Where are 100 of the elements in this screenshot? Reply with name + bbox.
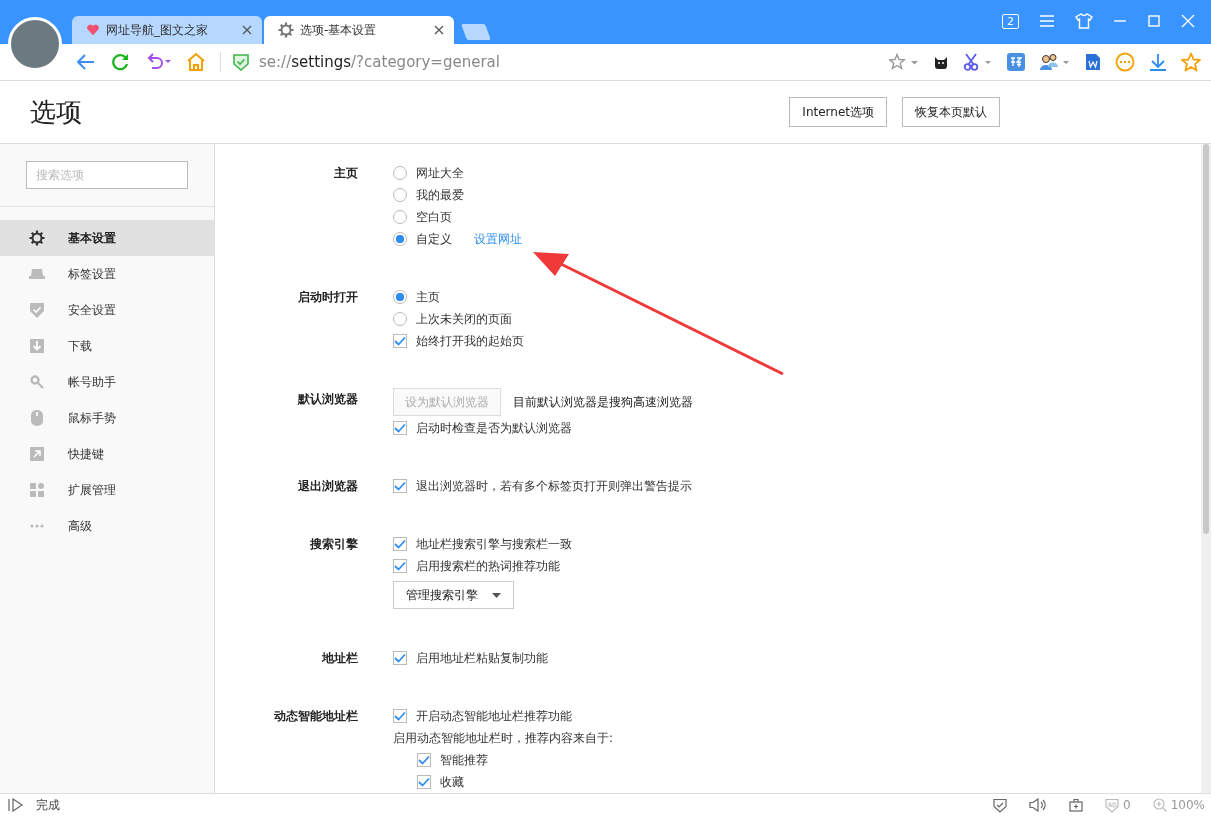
shield-icon [30, 302, 44, 318]
gear-icon [29, 230, 45, 246]
tab-title: 选项-基本设置 [300, 21, 378, 39]
sidebar-item[interactable]: 帐号助手 [0, 364, 214, 400]
status-text: 完成 [36, 796, 60, 814]
star-icon[interactable] [1181, 52, 1201, 72]
sidebar-item[interactable]: 扩展管理 [0, 472, 214, 508]
more-icon[interactable] [1115, 52, 1135, 72]
refresh-icon[interactable] [110, 52, 130, 72]
gear-icon [278, 22, 294, 38]
checkbox[interactable] [393, 709, 407, 723]
home-icon[interactable] [186, 52, 206, 72]
close-icon[interactable] [434, 25, 444, 35]
set-url-link[interactable]: 设置网址 [474, 230, 522, 248]
checkbox[interactable] [417, 753, 431, 767]
section-label: 启动时打开 [297, 289, 358, 306]
option-label: 开启动态智能地址栏推荐功能 [416, 707, 572, 725]
dots-icon [30, 524, 44, 528]
toolbox-icon[interactable] [1069, 798, 1084, 812]
header-button[interactable]: 恢复本页默认 [902, 97, 1000, 127]
tab-icon [29, 269, 45, 279]
checkbox[interactable] [393, 334, 407, 348]
checkbox[interactable] [393, 559, 407, 573]
shield-check-icon[interactable] [993, 797, 1008, 813]
sidebar-item[interactable]: 下载 [0, 328, 214, 364]
zoom-level: 100% [1170, 798, 1205, 812]
option-label: 地址栏搜索引擎与搜索栏一致 [416, 535, 572, 553]
radio-button[interactable] [393, 290, 407, 304]
checkbox[interactable] [393, 651, 407, 665]
shield-check-icon [233, 53, 249, 71]
option-label: 上次未关闭的页面 [416, 310, 512, 328]
shortcut-icon [30, 447, 44, 461]
users-icon[interactable] [1039, 53, 1071, 71]
sidebar-item[interactable]: 安全设置 [0, 292, 214, 328]
star-icon[interactable] [889, 53, 919, 71]
sidebar-item[interactable]: 标签设置 [0, 256, 214, 292]
header-button[interactable]: Internet选项 [789, 97, 887, 127]
speaker-icon[interactable] [1029, 798, 1048, 812]
option-label: 始终打开我的起始页 [416, 332, 524, 350]
section-label: 搜索引擎 [309, 536, 358, 553]
cat-icon[interactable] [933, 54, 949, 70]
checkbox[interactable] [393, 479, 407, 493]
option-label: 智能推荐 [440, 751, 488, 769]
back-icon[interactable] [76, 52, 96, 72]
menu-icon[interactable] [1039, 14, 1055, 28]
maximize-icon[interactable] [1147, 14, 1161, 28]
download-icon[interactable] [1149, 53, 1167, 71]
option-label: 主页 [416, 288, 440, 306]
option-label: 空白页 [416, 208, 452, 226]
checkbox[interactable] [393, 537, 407, 551]
page-title: 选项 [30, 95, 82, 129]
option-label: 自定义 [416, 230, 452, 248]
new-tab-button[interactable] [461, 24, 491, 40]
ad-block-icon[interactable] [1105, 797, 1120, 813]
section-label: 默认浏览器 [297, 391, 358, 408]
key-icon [30, 375, 44, 389]
radio-button[interactable] [393, 232, 407, 246]
download-icon [30, 339, 44, 353]
sidebar-item[interactable]: 基本设置 [0, 220, 214, 256]
section-label: 动态智能地址栏 [273, 708, 358, 725]
translate-icon[interactable] [1007, 53, 1025, 71]
ad-count: 0 [1123, 798, 1131, 812]
url-field[interactable]: se://settings/?category=general [259, 53, 500, 71]
radio-button[interactable] [393, 210, 407, 224]
sidebar-item[interactable]: 快捷键 [0, 436, 214, 472]
description-text: 启用动态智能地址栏时，推荐内容来自于: [393, 729, 614, 747]
checkbox[interactable] [393, 421, 407, 435]
heart-icon [86, 23, 100, 37]
radio-button[interactable] [393, 188, 407, 202]
option-label: 网址大全 [416, 164, 464, 182]
option-label: 启用地址栏粘贴复制功能 [416, 649, 548, 667]
option-label: 我的最爱 [416, 186, 464, 204]
document-icon[interactable] [1085, 53, 1101, 71]
scissors-icon[interactable] [963, 53, 993, 71]
close-icon[interactable] [242, 25, 252, 35]
scrollbar[interactable] [1201, 144, 1211, 793]
checkbox[interactable] [417, 775, 431, 789]
section-label: 地址栏 [320, 650, 358, 667]
shirt-icon[interactable] [1075, 13, 1093, 29]
play-icon[interactable] [8, 798, 24, 812]
option-label: 启用搜索栏的热词推荐功能 [416, 557, 560, 575]
search-field[interactable]: 搜索选项 [26, 161, 188, 189]
tab-title: 网址导航_图文之家 [106, 21, 209, 39]
option-label: 退出浏览器时，若有多个标签页打开则弹出警告提示 [416, 477, 692, 495]
radio-button[interactable] [393, 166, 407, 180]
section-label: 主页 [333, 165, 358, 182]
status-text: 目前默认浏览器是搜狗高速浏览器 [513, 393, 693, 411]
browser-tab[interactable]: 选项-基本设置 [264, 16, 454, 44]
dropdown-button[interactable]: 管理搜索引擎 [393, 581, 514, 609]
radio-button[interactable] [393, 312, 407, 326]
grid-icon [30, 483, 44, 497]
sidebar-item[interactable]: 高级 [0, 508, 214, 544]
option-label: 收藏 [440, 773, 464, 791]
zoom-icon[interactable] [1152, 798, 1167, 812]
option-label: 启动时检查是否为默认浏览器 [416, 419, 572, 437]
mouse-icon [31, 410, 43, 426]
section-label: 退出浏览器 [297, 478, 358, 495]
sidebar-item[interactable]: 鼠标手势 [0, 400, 214, 436]
browser-tab[interactable]: 网址导航_图文之家 [72, 16, 262, 44]
caret-icon [492, 592, 501, 598]
